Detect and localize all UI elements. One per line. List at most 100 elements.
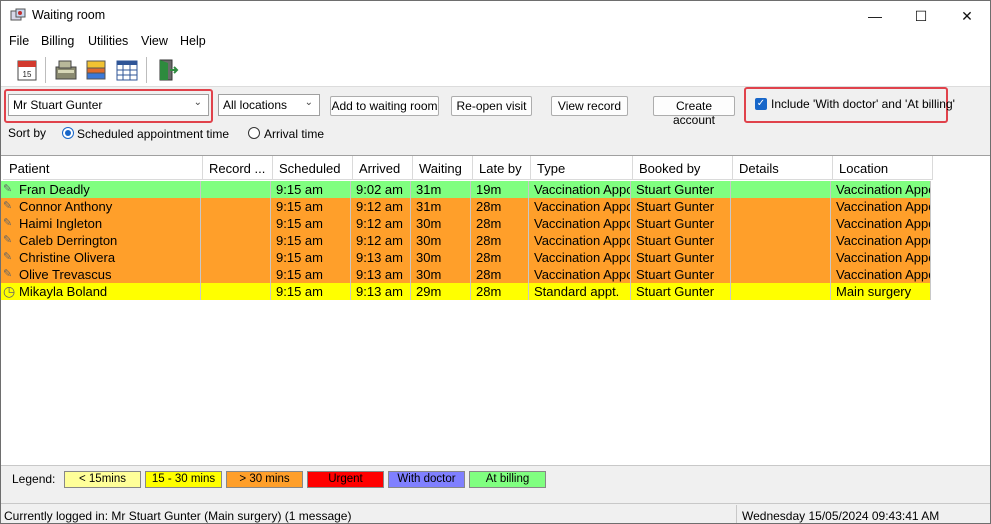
waiting-room-grid: Patient Record ... Scheduled Arrived Waiting…: [1, 155, 990, 465]
cell-patient: Olive Trevascus: [1, 266, 201, 283]
column-header-type[interactable]: Type: [531, 156, 633, 180]
note-icon: ✎: [3, 268, 13, 280]
table-row[interactable]: Christine Olivera 9:15 am 9:13 am 30m 28m Vac…: [1, 249, 933, 266]
table-row[interactable]: Olive Trevascus 9:15 am 9:13 am 30m 28m Vacci…: [1, 266, 933, 283]
column-header-booked-by[interactable]: Booked by: [633, 156, 733, 180]
cell-arrived: 9:13 am: [351, 266, 411, 283]
table-row[interactable]: Connor Anthony 9:15 am 9:12 am 31m 28m Vaccin…: [1, 198, 933, 215]
note-icon: ✎: [3, 183, 13, 195]
column-header-patient[interactable]: Patient: [3, 156, 203, 180]
legend-item: Urgent: [307, 471, 384, 488]
cell-waiting: 31m: [411, 181, 471, 198]
practitioner-select[interactable]: Mr Stuart Gunter ⌄: [8, 94, 209, 116]
create-account-button[interactable]: Create account: [653, 96, 735, 127]
location-select[interactable]: All locations ⌄: [218, 94, 320, 116]
view-record-button[interactable]: View record: [551, 96, 628, 116]
cell-record: [201, 249, 271, 266]
calendar-icon[interactable]: 15: [14, 57, 40, 83]
exit-door-icon[interactable]: [154, 57, 180, 83]
reopen-visit-button[interactable]: Re-open visit: [451, 96, 532, 116]
menu-utilities[interactable]: Utilities: [88, 34, 128, 48]
include-checkbox[interactable]: ✓: [755, 98, 767, 110]
cell-type: Standard appt.: [529, 283, 631, 300]
schedule-grid-icon[interactable]: [114, 57, 140, 83]
cell-booked-by: Stuart Gunter: [631, 181, 731, 198]
cell-location: Vaccination Appo: [831, 266, 931, 283]
note-icon: ✎: [3, 234, 13, 246]
close-icon: ✕: [961, 7, 973, 24]
cell-type: Vaccination Appo: [529, 266, 631, 283]
menu-help[interactable]: Help: [180, 34, 206, 48]
cell-record: [201, 283, 271, 300]
cell-late-by: 28m: [471, 232, 529, 249]
menu-billing[interactable]: Billing: [41, 34, 74, 48]
sort-by-label: Sort by: [8, 126, 47, 140]
cell-late-by: 19m: [471, 181, 529, 198]
sort-scheduled-label[interactable]: Scheduled appointment time: [77, 127, 229, 141]
cell-location: Vaccination Appo: [831, 249, 931, 266]
practitioner-value: Mr Stuart Gunter: [13, 98, 103, 112]
table-row[interactable]: Haimi Ingleton 9:15 am 9:12 am 30m 28m Vaccin…: [1, 215, 933, 232]
logged-in-status: Currently logged in: Mr Stuart Gunter (M…: [4, 509, 352, 523]
cell-waiting: 29m: [411, 283, 471, 300]
column-header-record[interactable]: Record ...: [203, 156, 273, 180]
sort-arrival-label[interactable]: Arrival time: [264, 127, 324, 141]
column-header-arrived[interactable]: Arrived: [353, 156, 413, 180]
cell-record: [201, 266, 271, 283]
cell-scheduled: 9:15 am: [271, 232, 351, 249]
menu-file[interactable]: File: [9, 34, 29, 48]
location-value: All locations: [223, 98, 288, 112]
app-icon: [10, 8, 26, 21]
cell-details: [731, 215, 831, 232]
cell-late-by: 28m: [471, 198, 529, 215]
cell-patient: Christine Olivera: [1, 249, 201, 266]
column-header-late-by[interactable]: Late by: [473, 156, 531, 180]
column-header-waiting[interactable]: Waiting: [413, 156, 473, 180]
cell-waiting: 30m: [411, 215, 471, 232]
table-row[interactable]: Caleb Derrington 9:15 am 9:12 am 30m 28m Vacc…: [1, 232, 933, 249]
column-header-location[interactable]: Location: [833, 156, 933, 180]
sort-scheduled-radio[interactable]: [62, 127, 74, 139]
legend-item: > 30 mins: [226, 471, 303, 488]
add-to-waiting-room-button[interactable]: Add to waiting room: [330, 96, 439, 116]
cell-waiting: 30m: [411, 249, 471, 266]
cash-register-icon[interactable]: [53, 57, 79, 83]
cell-scheduled: 9:15 am: [271, 198, 351, 215]
clock-icon: ◷: [3, 283, 16, 299]
cell-late-by: 28m: [471, 215, 529, 232]
toolbar: 15: [1, 51, 990, 87]
column-header-scheduled[interactable]: Scheduled: [273, 156, 353, 180]
minimize-button[interactable]: —: [852, 1, 898, 31]
close-button[interactable]: ✕: [944, 1, 990, 31]
table-row[interactable]: Mikayla Boland 9:15 am 9:13 am 29m 28m Standa…: [1, 283, 933, 300]
menu-view[interactable]: View: [141, 34, 168, 48]
table-row[interactable]: Fran Deadly 9:15 am 9:02 am 31m 19m Vaccinati…: [1, 181, 933, 198]
cell-details: [731, 232, 831, 249]
cell-booked-by: Stuart Gunter: [631, 266, 731, 283]
cell-patient: Haimi Ingleton: [1, 215, 201, 232]
window-title: Waiting room: [32, 8, 106, 22]
cell-details: [731, 266, 831, 283]
cell-scheduled: 9:15 am: [271, 283, 351, 300]
controls-panel: Mr Stuart Gunter ⌄ All locations ⌄ Add t…: [1, 87, 990, 155]
toolbar-separator: [45, 57, 46, 83]
minimize-icon: —: [868, 8, 882, 24]
menu-bar: File Billing Utilities View Help: [1, 31, 990, 51]
cell-waiting: 30m: [411, 232, 471, 249]
cell-booked-by: Stuart Gunter: [631, 198, 731, 215]
cards-icon[interactable]: [83, 57, 109, 83]
cell-arrived: 9:13 am: [351, 249, 411, 266]
cell-late-by: 28m: [471, 249, 529, 266]
cell-waiting: 30m: [411, 266, 471, 283]
cell-patient: Mikayla Boland: [1, 283, 201, 300]
cell-booked-by: Stuart Gunter: [631, 232, 731, 249]
maximize-button[interactable]: ☐: [898, 1, 944, 31]
cell-location: Vaccination Appo: [831, 232, 931, 249]
cell-type: Vaccination Appo: [529, 232, 631, 249]
status-bar: Currently logged in: Mr Stuart Gunter (M…: [1, 503, 990, 523]
column-header-details[interactable]: Details: [733, 156, 833, 180]
cell-details: [731, 249, 831, 266]
sort-arrival-radio[interactable]: [248, 127, 260, 139]
cell-scheduled: 9:15 am: [271, 249, 351, 266]
legend-item: < 15mins: [64, 471, 141, 488]
